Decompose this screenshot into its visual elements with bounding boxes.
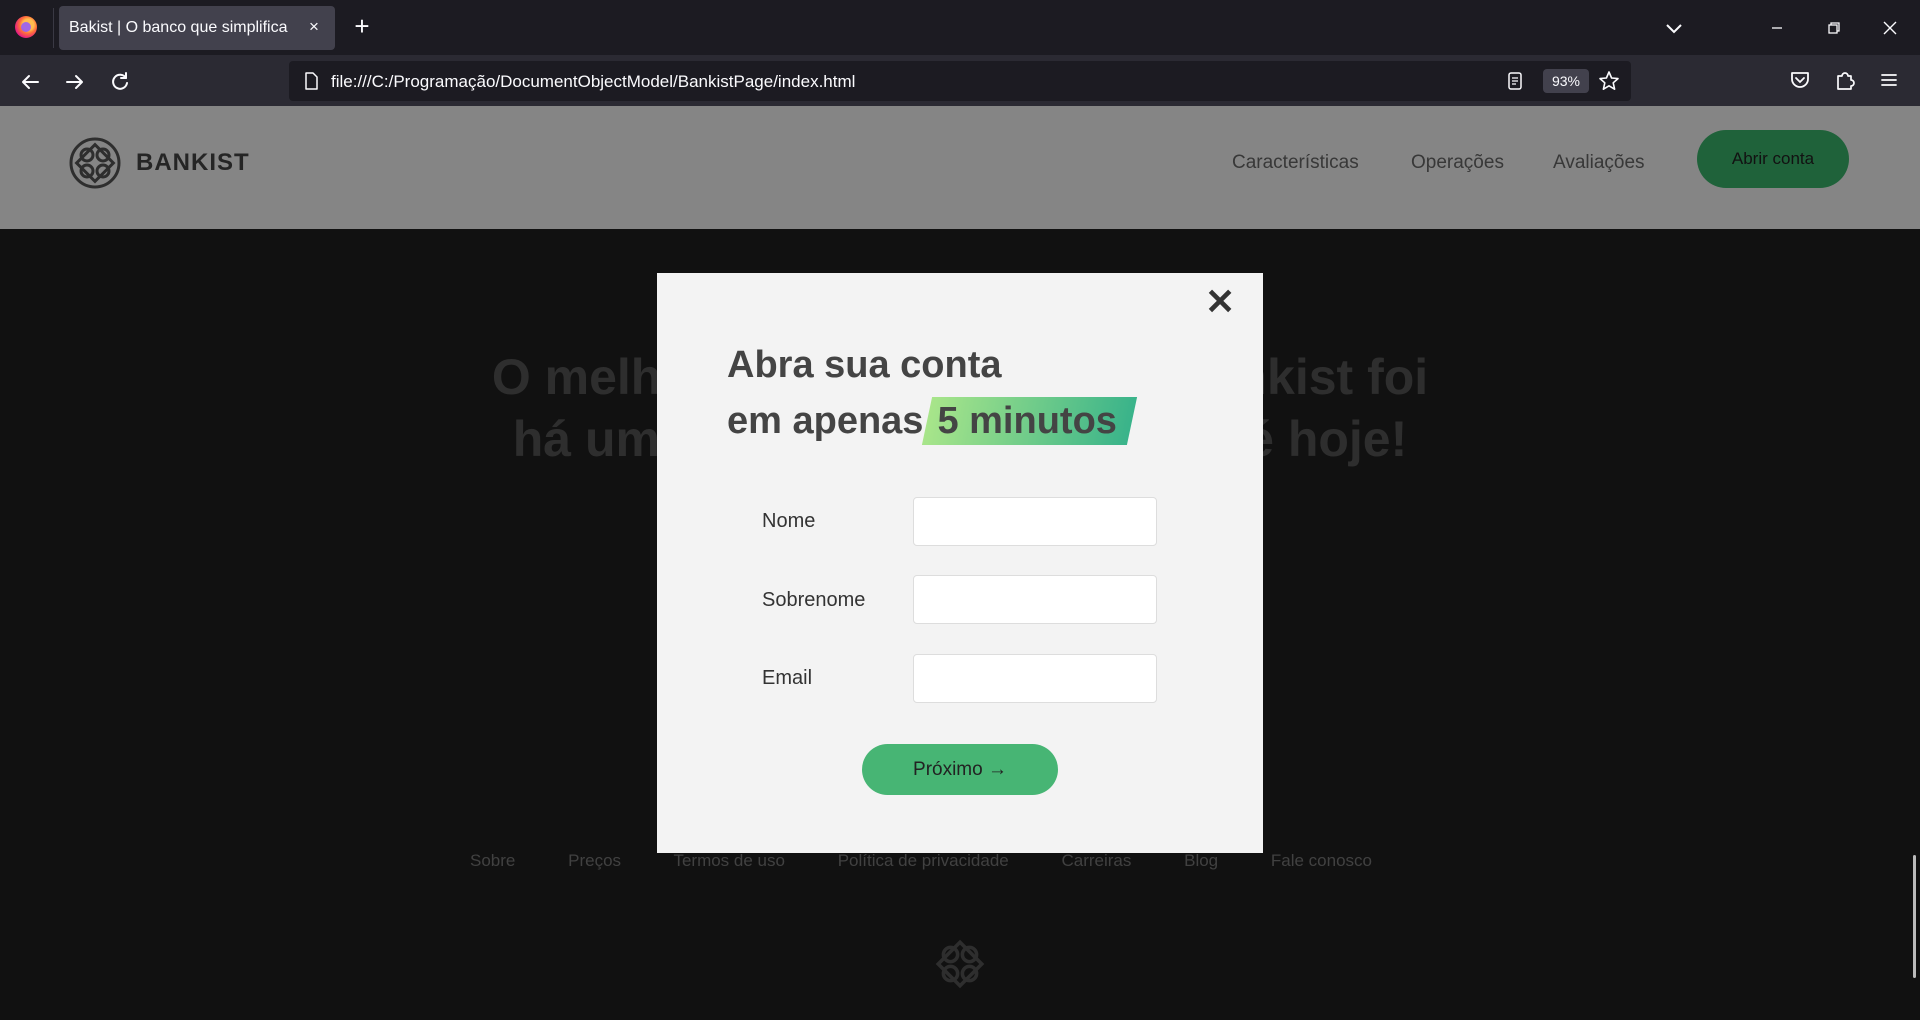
restore-icon[interactable] — [1820, 14, 1848, 42]
forward-arrow-icon[interactable] — [60, 67, 90, 97]
first-name-label: Nome — [762, 510, 816, 532]
email-label: Email — [762, 667, 813, 689]
tab-close-icon[interactable]: × — [303, 16, 325, 38]
page-icon[interactable] — [301, 71, 321, 91]
modal-title-line-1: Abra sua conta — [727, 344, 1002, 386]
title-highlight: 5 minutos — [927, 393, 1126, 449]
tab-bar: Bakist | O banco que simplifica × + — [0, 0, 1920, 55]
email-input[interactable] — [913, 654, 1157, 703]
close-icon[interactable] — [1876, 14, 1904, 42]
page-scrollbar[interactable] — [1913, 855, 1916, 978]
last-name-label: Sobrenome — [762, 589, 866, 611]
zoom-level-badge[interactable]: 93% — [1543, 69, 1589, 93]
title-highlight-text: 5 minutos — [937, 400, 1117, 442]
firefox-logo[interactable] — [15, 16, 37, 38]
modal-close-icon[interactable]: ✕ — [1205, 284, 1235, 320]
modal-title-prefix: em apenas — [727, 400, 924, 442]
tab-separator — [53, 8, 54, 48]
tab-title: Bakist | O banco que simplifica — [69, 19, 288, 36]
open-account-modal: ✕ Abra sua conta em apenas 5 minutos Nome… — [657, 273, 1263, 853]
next-button[interactable]: Próximo → — [862, 744, 1058, 795]
modal-title-line-2: em apenas 5 minutos — [727, 393, 1127, 449]
chevron-down-icon[interactable] — [1660, 14, 1688, 42]
pocket-icon[interactable] — [1787, 67, 1813, 93]
url-text[interactable]: file:///C:/Programação/DocumentObjectMod… — [331, 72, 855, 92]
minimize-icon[interactable] — [1763, 14, 1791, 42]
extensions-icon[interactable] — [1832, 67, 1858, 93]
first-name-input[interactable] — [913, 497, 1157, 546]
back-arrow-icon[interactable] — [15, 67, 45, 97]
modal-title: Abra sua conta em apenas 5 minutos — [727, 337, 1127, 449]
active-tab[interactable]: Bakist | O banco que simplifica × — [59, 6, 335, 50]
star-icon[interactable] — [1598, 70, 1620, 92]
last-name-input[interactable] — [913, 575, 1157, 624]
navigation-toolbar: file:///C:/Programação/DocumentObjectMod… — [0, 55, 1920, 106]
new-tab-button[interactable]: + — [349, 13, 375, 40]
reload-icon[interactable] — [105, 67, 135, 97]
url-bar[interactable]: file:///C:/Programação/DocumentObjectMod… — [289, 61, 1631, 101]
reader-view-icon[interactable] — [1505, 71, 1525, 91]
hamburger-menu-icon[interactable] — [1876, 67, 1902, 93]
